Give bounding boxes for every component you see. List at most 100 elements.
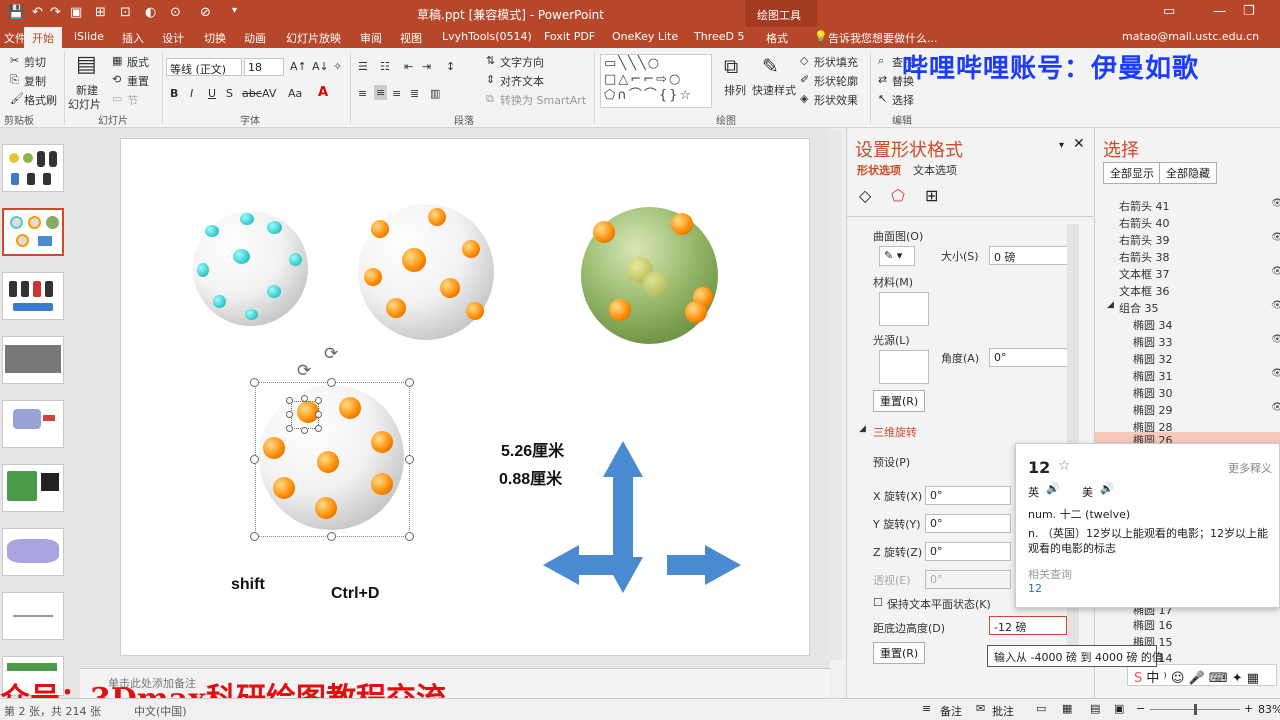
tab-view[interactable]: 视图 — [400, 30, 422, 46]
ime-toolbar[interactable]: S 中 ⁾ ☺ 🎤 ⌨ ✦ ▦ — [1127, 664, 1277, 686]
zoom-level[interactable]: 83% — [1258, 703, 1280, 716]
resize-handle[interactable] — [315, 397, 322, 404]
clear-format-icon[interactable]: ✧ — [333, 60, 342, 73]
quick-styles-icon[interactable]: ✎ — [762, 54, 779, 78]
new-slide-icon[interactable]: ▤ — [76, 52, 97, 77]
selection-item[interactable]: 文本框 36 — [1119, 283, 1170, 299]
eye-icon[interactable]: 👁 — [1271, 198, 1280, 209]
slideshow-icon[interactable]: ▣ — [70, 5, 82, 20]
scissors-icon[interactable]: ✂ — [10, 54, 19, 67]
selection-item[interactable]: 椭圆 31 — [1133, 368, 1173, 384]
selection-item[interactable]: 椭圆 29 — [1133, 402, 1173, 418]
distance-input[interactable]: -12 磅 — [989, 616, 1067, 635]
tab-lvyhtools[interactable]: LvyhTools(0514) — [442, 30, 532, 43]
ribbon-options-icon[interactable]: ▭ — [1163, 4, 1175, 19]
user-account[interactable]: matao@mail.ustc.edu.cn — [1122, 30, 1259, 43]
align-text-icon[interactable]: ⇕ — [486, 73, 495, 86]
shapes-gallery[interactable]: ▭╲╲╲○ □△⌐⌐⇨○ ⬠∩⌒⌒{}☆ — [600, 54, 712, 108]
selection-item[interactable]: 右箭头 39 — [1119, 232, 1170, 248]
select-button[interactable]: 选择 — [892, 92, 914, 108]
resize-handle[interactable] — [301, 427, 308, 434]
language-indicator[interactable]: 中文(中国) — [134, 703, 187, 719]
underline-icon[interactable]: U — [208, 87, 216, 100]
sphere-green-transparent[interactable] — [581, 207, 718, 344]
resize-handle[interactable] — [405, 455, 414, 464]
indent-icon[interactable]: ⇤ — [404, 60, 413, 73]
customize-icon[interactable]: ▾ — [232, 5, 237, 16]
eye-icon[interactable]: 👁 — [1271, 334, 1280, 345]
align-center-icon[interactable]: ≡ — [374, 85, 388, 100]
tab-slideshow[interactable]: 幻灯片放映 — [286, 30, 341, 46]
tab-foxit[interactable]: Foxit PDF — [544, 30, 595, 43]
tab-shape-options[interactable]: 形状选项 — [857, 162, 901, 178]
maximize-icon[interactable]: ❐ — [1243, 4, 1255, 19]
section-icon[interactable]: ▭ — [112, 92, 122, 105]
redo-icon[interactable]: ↷ — [50, 5, 61, 20]
resize-handle[interactable] — [315, 425, 322, 432]
outdent-icon[interactable]: ⇥ — [422, 60, 431, 73]
selection-item[interactable]: 右箭头 41 — [1119, 198, 1170, 214]
align-text-button[interactable]: 对齐文本 — [500, 73, 544, 89]
zoom-in-icon[interactable]: + — [1244, 702, 1253, 715]
resize-handle[interactable] — [250, 378, 259, 387]
keep-text-flat-checkbox[interactable]: ☐ — [873, 596, 883, 609]
resize-handle[interactable] — [405, 532, 414, 541]
columns-icon[interactable]: ▥ — [430, 87, 440, 100]
tell-me-input[interactable]: 告诉我您想要做什么... — [828, 30, 938, 46]
tab-review[interactable]: 审阅 — [360, 30, 382, 46]
rotation-section-header[interactable]: 三维旋转 — [873, 424, 917, 440]
eye-icon[interactable]: 👁 — [1271, 232, 1280, 243]
slide-thumbnail-selected[interactable] — [2, 208, 64, 256]
text-direction-icon[interactable]: ⇅ — [486, 54, 495, 67]
eye-icon[interactable]: 👁 — [1271, 368, 1280, 379]
rotate-handle-icon[interactable]: ⟳ — [297, 361, 311, 381]
close-icon[interactable]: ✕ — [1073, 136, 1085, 152]
selection-item[interactable]: 椭圆 33 — [1133, 334, 1173, 350]
font-color-icon[interactable]: A — [318, 85, 328, 100]
slide-thumbnail[interactable] — [2, 592, 64, 640]
sphere-cyan[interactable] — [193, 211, 308, 326]
normal-view-icon[interactable]: ▭ — [1036, 702, 1046, 715]
justify-icon[interactable]: ≣ — [410, 87, 419, 100]
selection-item[interactable]: 椭圆 34 — [1133, 317, 1173, 333]
shape-outline-button[interactable]: 形状轮廓 — [814, 73, 858, 89]
copy-icon[interactable]: ⎘ — [10, 73, 19, 87]
tab-threed[interactable]: ThreeD 5 — [694, 30, 744, 43]
sorter-view-icon[interactable]: ▦ — [1062, 702, 1072, 715]
toolbar-icon[interactable]: ⊙ — [170, 5, 181, 20]
new-slide-button-line2[interactable]: 幻灯片 — [68, 96, 101, 112]
slide-thumbnail[interactable] — [2, 272, 64, 320]
zoom-out-icon[interactable]: − — [1136, 702, 1145, 715]
resize-handle[interactable] — [250, 455, 259, 464]
sphere-orange-selected[interactable] — [259, 385, 404, 530]
slide-thumbnail[interactable] — [2, 336, 64, 384]
reset-icon[interactable]: ⟲ — [112, 73, 121, 86]
resize-handle[interactable] — [315, 411, 322, 418]
align-left-icon[interactable]: ≡ — [358, 87, 367, 100]
eye-icon[interactable]: 👁 — [1271, 266, 1280, 277]
shape-effects-button[interactable]: 形状效果 — [814, 92, 858, 108]
find-icon[interactable]: ⌕ — [878, 54, 884, 68]
notes-button[interactable]: 备注 — [940, 703, 962, 719]
show-all-button[interactable]: 全部显示 — [1103, 162, 1161, 184]
brush-icon[interactable]: 🖌 — [10, 92, 24, 105]
reset-button-2[interactable]: 重置(R) — [873, 642, 926, 664]
change-case-icon[interactable]: Aa — [288, 87, 302, 100]
char-spacing-icon[interactable]: AV — [262, 87, 276, 100]
size-properties-icon[interactable]: ⊞ — [925, 186, 938, 205]
bullets-icon[interactable]: ☰ — [358, 60, 368, 73]
selection-item[interactable]: 椭圆 30 — [1133, 385, 1173, 401]
line-spacing-icon[interactable]: ↕ — [446, 60, 455, 73]
align-right-icon[interactable]: ≡ — [392, 87, 401, 100]
y-rotation-input[interactable]: 0° — [925, 514, 1011, 533]
select-icon[interactable]: ↖ — [878, 92, 887, 105]
resize-handle[interactable] — [327, 378, 336, 387]
resize-handle[interactable] — [286, 397, 293, 404]
effects-pentagon-icon[interactable]: ⬠ — [891, 186, 905, 205]
contour-color-button[interactable]: ✎ ▾ — [879, 246, 915, 266]
text-direction-button[interactable]: 文字方向 — [500, 54, 544, 70]
slide-thumbnail[interactable] — [2, 464, 64, 512]
reset-button[interactable]: 重置 — [127, 73, 149, 89]
shape-fill-button[interactable]: 形状填充 — [814, 54, 858, 70]
format-painter-button[interactable]: 格式刷 — [24, 92, 57, 108]
